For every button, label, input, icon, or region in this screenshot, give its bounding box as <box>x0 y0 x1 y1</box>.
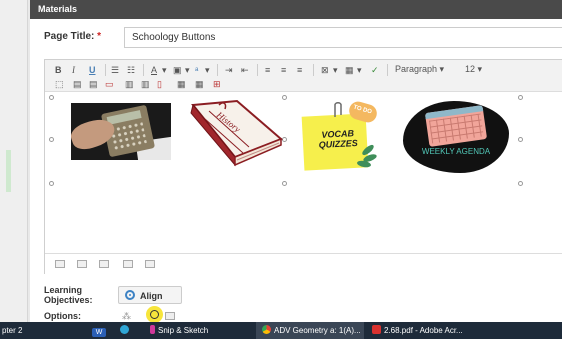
insert-row-before-icon[interactable]: ▤ <box>73 78 82 90</box>
toolbar-divider <box>313 64 314 76</box>
snip-icon <box>150 325 155 334</box>
word-icon: W <box>92 328 106 337</box>
editor-content[interactable]: History TO DO VOCAB QUIZZES WEEKLY AGEND… <box>45 93 562 251</box>
resize-handle[interactable] <box>518 181 523 186</box>
link-icon[interactable] <box>77 260 87 268</box>
align-left-icon[interactable]: ≡ <box>265 64 270 76</box>
taskbar-item-snip[interactable]: Snip & Sketch <box>150 322 246 339</box>
resize-handle[interactable] <box>49 137 54 142</box>
align-right-icon[interactable]: ≡ <box>297 64 302 76</box>
toolbar-divider <box>143 64 144 76</box>
table-props-icon[interactable]: ⬚ <box>55 78 64 90</box>
calendar-grid <box>429 113 484 144</box>
history-book-icon <box>190 99 283 167</box>
underline-button[interactable]: U <box>89 64 96 76</box>
resize-handle[interactable] <box>282 181 287 186</box>
taskbar-item-acrobat[interactable]: 2.68.pdf - Adobe Acr... <box>372 322 492 339</box>
vocab-quizzes-image[interactable]: TO DO VOCAB QUIZZES <box>301 99 386 171</box>
taskbar-item-word[interactable]: W <box>92 322 110 339</box>
superscript-icon[interactable]: ᵃ <box>195 64 198 76</box>
toolbar-divider <box>387 64 388 76</box>
page: Materials Page Title: * Schoology Button… <box>0 0 562 339</box>
image-icon[interactable] <box>55 260 65 268</box>
spellcheck-icon[interactable]: ✓ <box>371 64 379 76</box>
file-icon[interactable] <box>99 260 109 268</box>
calendar-icon <box>424 105 488 147</box>
editor-bottom-toolbar <box>45 253 562 274</box>
indent-icon[interactable]: ⇥ <box>225 64 233 76</box>
resize-handle[interactable] <box>49 181 54 186</box>
media-icon[interactable] <box>145 260 155 268</box>
insert-row-after-icon[interactable]: ▤ <box>89 78 98 90</box>
taskbar-item-edge[interactable] <box>120 322 134 339</box>
bold-button[interactable]: B <box>55 64 62 76</box>
insert-col-after-icon[interactable]: ▥ <box>141 78 150 90</box>
page-title-row: Page Title: * Schoology Buttons <box>44 27 562 49</box>
history-book-image[interactable]: History <box>179 99 285 167</box>
required-mark: * <box>97 31 102 42</box>
resource-icon[interactable] <box>123 260 133 268</box>
taskbar-item-chapter[interactable]: pter 2 <box>2 322 42 339</box>
chevron-down-icon[interactable]: ▾ <box>333 64 338 76</box>
insert-math-icon[interactable]: ⊠ <box>321 64 329 76</box>
calculator-image[interactable] <box>71 103 171 160</box>
toolbar-divider <box>257 64 258 76</box>
split-cells-icon[interactable]: ▦ <box>177 78 186 90</box>
merge-cells-icon[interactable]: ▦ <box>195 78 204 90</box>
italic-button[interactable]: I <box>72 64 75 76</box>
align-center-icon[interactable]: ≡ <box>281 64 286 76</box>
paragraph-select[interactable]: Paragraph ▾ <box>395 64 444 76</box>
taskbar-item-chrome[interactable]: ADV Geometry a: 1(A)... <box>256 322 364 339</box>
editor-toolbar: B I U ☰ ☷ A ▾ ▣ ▾ ᵃ ▾ ⇥ ⇤ ≡ ≡ ≡ ⊠ ▾ ▦ ▾ … <box>45 60 562 92</box>
modal-header: Materials <box>30 0 562 19</box>
calculator-keys <box>108 120 148 152</box>
insert-col-before-icon[interactable]: ▥ <box>125 78 134 90</box>
delete-col-icon[interactable]: ▯ <box>157 78 162 90</box>
toolbar-divider <box>217 64 218 76</box>
resize-handle[interactable] <box>518 137 523 142</box>
target-icon <box>125 290 135 300</box>
table-icon[interactable]: ▦ <box>345 64 354 76</box>
rich-text-editor: B I U ☰ ☷ A ▾ ▣ ▾ ᵃ ▾ ⇥ ⇤ ≡ ≡ ≡ ⊠ ▾ ▦ ▾ … <box>44 59 562 274</box>
bullet-list-icon[interactable]: ☰ <box>111 64 119 76</box>
resize-handle[interactable] <box>518 95 523 100</box>
page-title-label: Page Title: * <box>44 31 102 42</box>
vocab-quizzes-label: VOCAB QUIZZES <box>318 128 358 151</box>
resize-handle[interactable] <box>49 95 54 100</box>
chevron-down-icon[interactable]: ▾ <box>357 64 362 76</box>
highlight-icon[interactable]: ▣ <box>173 64 182 76</box>
delete-row-icon[interactable]: ▭ <box>105 78 114 90</box>
edge-icon <box>120 325 129 334</box>
chevron-down-icon[interactable]: ▾ <box>185 64 190 76</box>
learning-objectives-label: Learning Objectives: <box>44 285 93 305</box>
font-color-button[interactable]: A <box>151 64 157 76</box>
chrome-icon <box>262 325 271 334</box>
weekly-agenda-image[interactable]: WEEKLY AGENDA <box>403 101 509 173</box>
windows-taskbar: pter 2 W Snip & Sketch ADV Geometry a: 1… <box>0 322 562 339</box>
paperclip-icon <box>334 102 342 117</box>
weekly-agenda-label: WEEKLY AGENDA <box>421 147 491 156</box>
delete-table-icon[interactable]: ⊞ <box>213 78 221 90</box>
chevron-down-icon[interactable]: ▾ <box>205 64 210 76</box>
gutter-marker <box>6 150 11 192</box>
options-label: Options: <box>44 311 81 321</box>
page-title-input[interactable]: Schoology Buttons <box>124 27 562 48</box>
left-gutter <box>0 0 28 322</box>
align-button[interactable]: Align <box>118 286 182 304</box>
font-size-select[interactable]: 12 ▾ <box>465 64 482 76</box>
options-icon[interactable] <box>165 312 175 320</box>
pdf-icon <box>372 325 381 334</box>
cursor-icon <box>150 310 159 319</box>
outdent-icon[interactable]: ⇤ <box>241 64 249 76</box>
materials-modal: Materials Page Title: * Schoology Button… <box>30 0 562 323</box>
toolbar-divider <box>105 64 106 76</box>
chevron-down-icon[interactable]: ▾ <box>162 64 167 76</box>
hierarchy-icon[interactable]: ⁂ <box>122 311 131 322</box>
numbered-list-icon[interactable]: ☷ <box>127 64 135 76</box>
